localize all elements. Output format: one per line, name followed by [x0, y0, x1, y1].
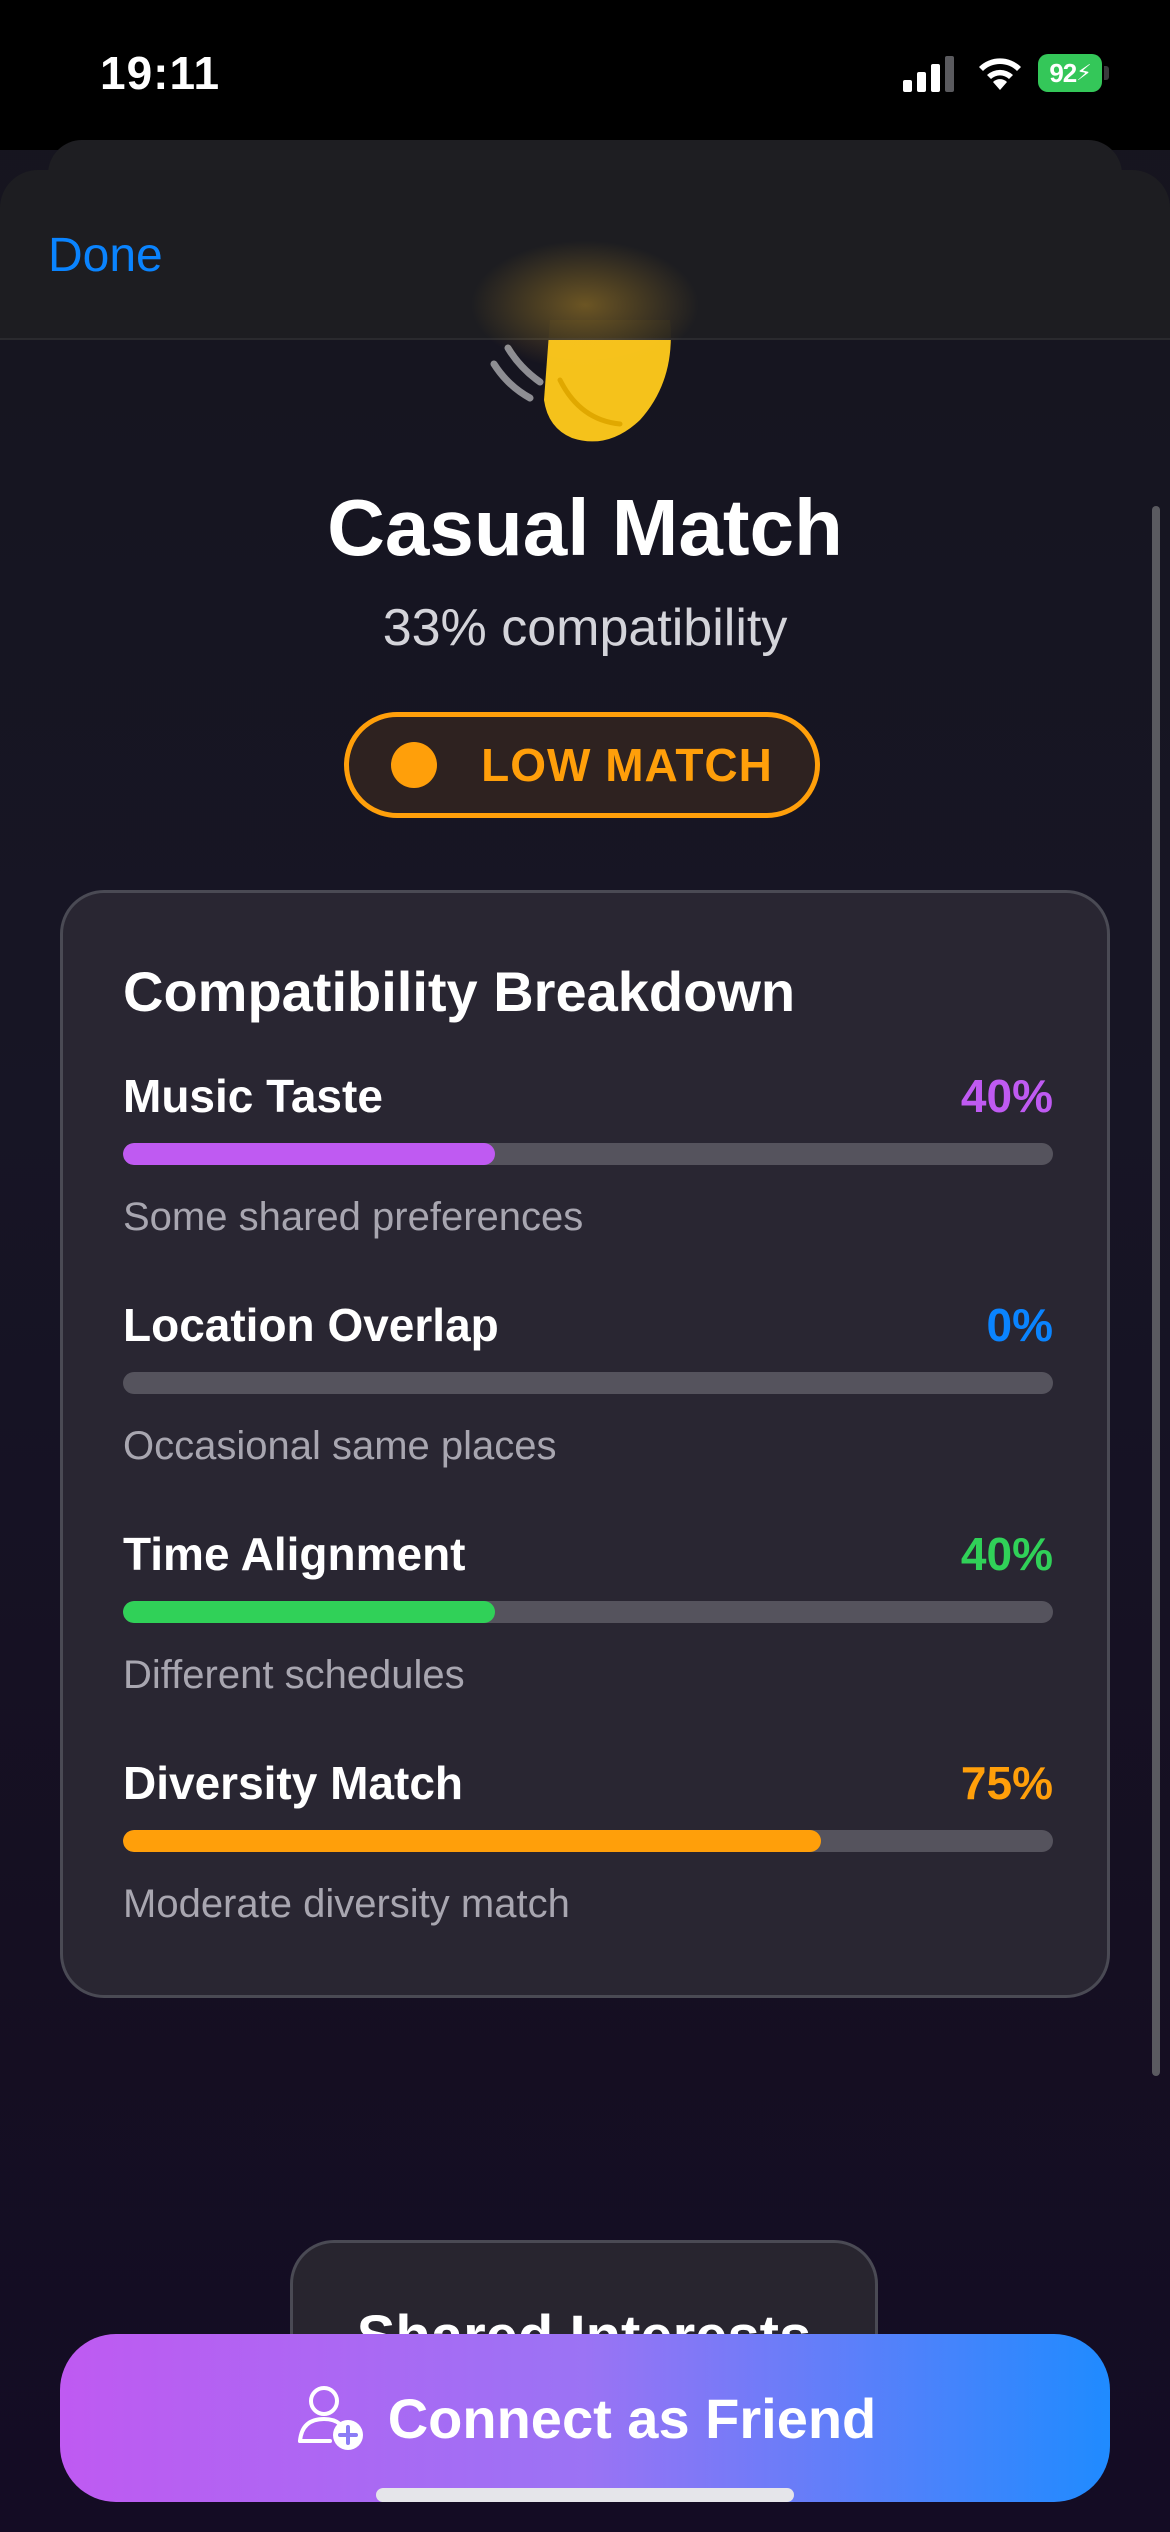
progress-fill [123, 1830, 821, 1852]
status-bar: 19:11 92 ⚡ [0, 0, 1170, 150]
metric-description: Moderate diversity match [123, 1882, 570, 1926]
metric-description: Different schedules [123, 1653, 465, 1697]
wifi-icon [979, 58, 1021, 90]
metric-value: 0% [986, 1299, 1053, 1351]
connect-label: Connect as Friend [387, 2386, 877, 2450]
badge-dot-icon [391, 742, 438, 788]
navigation-bar: Done [0, 170, 1170, 370]
progress-fill [123, 1143, 495, 1165]
match-level-badge: LOW MATCH [344, 712, 820, 818]
metric-value: 40% [960, 1070, 1053, 1122]
scrollbar[interactable] [1152, 506, 1160, 2076]
connect-as-friend-button[interactable]: Connect as Friend [60, 2334, 1110, 2502]
done-button[interactable]: Done [48, 228, 163, 283]
metric-name: Music Taste [123, 1070, 383, 1122]
metric-description: Some shared preferences [123, 1195, 584, 1239]
metric-name: Time Alignment [123, 1528, 466, 1580]
metric-description: Occasional same places [123, 1424, 557, 1468]
metric-value: 40% [960, 1528, 1053, 1580]
progress-track [123, 1143, 1053, 1165]
compatibility-breakdown-card: Compatibility Breakdown Music Taste 40% … [60, 890, 1110, 1998]
metric-music-taste: Music Taste 40% Some shared preferences [123, 1069, 1053, 1269]
home-indicator[interactable] [376, 2488, 794, 2502]
person-add-icon [297, 2386, 363, 2450]
screen: 19:11 92 ⚡ Done Casual Match 33% compati… [0, 0, 1170, 2532]
metric-name: Diversity Match [123, 1757, 464, 1809]
metric-location-overlap: Location Overlap 0% Occasional same plac… [123, 1298, 1053, 1498]
match-detail-sheet: Done Casual Match 33% compatibility LOW … [0, 170, 1170, 2532]
badge-label: LOW MATCH [481, 739, 773, 791]
progress-track [123, 1372, 1053, 1394]
compatibility-percent: 33% compatibility [382, 599, 788, 657]
metric-time-alignment: Time Alignment 40% Different schedules [123, 1527, 1053, 1727]
battery-charging-icon: 92 ⚡ [1038, 54, 1110, 92]
battery-cap [1104, 66, 1109, 80]
progress-track [123, 1830, 1053, 1852]
charging-bolt-icon: ⚡ [1076, 60, 1091, 85]
metric-name: Location Overlap [123, 1299, 499, 1351]
card-title: Compatibility Breakdown [123, 960, 796, 1023]
emoji-glow [470, 240, 700, 370]
metric-diversity-match: Diversity Match 75% Moderate diversity m… [123, 1756, 1053, 1956]
metric-value: 75% [960, 1757, 1053, 1809]
cellular-signal-icon [903, 56, 954, 92]
status-time: 19:11 [100, 47, 221, 99]
battery-percent: 92 [1049, 57, 1077, 88]
battery-level: 92 ⚡ [1038, 54, 1102, 92]
match-title: Casual Match [327, 483, 843, 572]
progress-track [123, 1601, 1053, 1623]
progress-fill [123, 1601, 495, 1623]
